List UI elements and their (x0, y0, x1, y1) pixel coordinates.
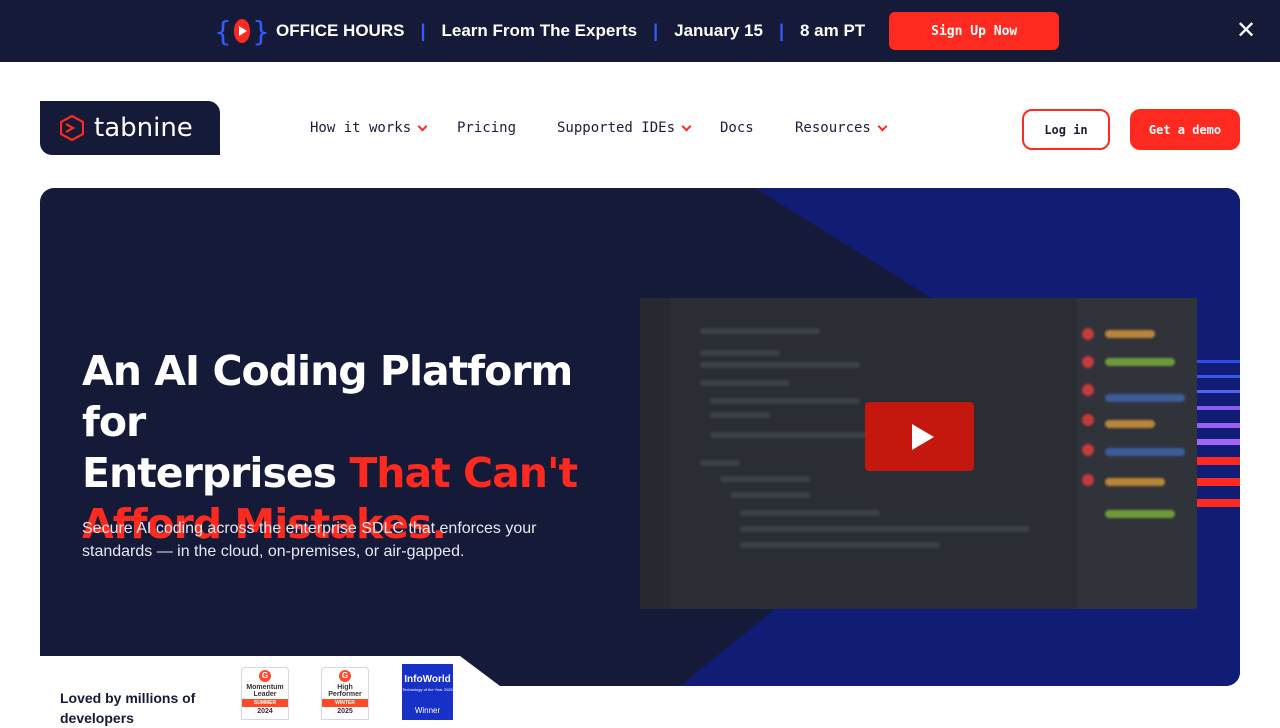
banner-date: January 15 (674, 21, 763, 40)
infoworld-badge: InfoWorld Technology of the Year 2025 Wi… (402, 664, 453, 720)
code-line (700, 460, 740, 466)
status-bar (1105, 510, 1175, 518)
status-dot (1082, 356, 1094, 368)
office-hours-logo-icon: {} (214, 14, 270, 48)
hero-subtitle: Secure AI coding across the enterprise S… (82, 520, 537, 560)
banner-content: {} OFFICE HOURS | Learn From The Experts… (214, 12, 1060, 50)
nav-resources[interactable]: Resources (795, 120, 888, 136)
code-line (730, 492, 810, 498)
tabnine-hexagon-icon (60, 115, 84, 141)
editor-gutter (640, 298, 670, 609)
play-icon[interactable] (865, 402, 974, 471)
banner-time: 8 am PT (800, 21, 866, 40)
sign-up-button[interactable]: Sign Up Now (889, 12, 1060, 50)
g2-icon: G (259, 670, 271, 682)
code-line (720, 476, 810, 482)
tabnine-logo[interactable]: tabnine (40, 101, 220, 155)
status-dot (1082, 414, 1094, 426)
status-bar (1105, 420, 1155, 428)
g2-badge-momentum: G Momentum Leader SUMMER 2024 (241, 667, 289, 720)
hero-title-accent: That Can't (349, 449, 578, 497)
status-bar (1105, 394, 1185, 402)
nav-docs[interactable]: Docs (720, 120, 754, 136)
infoworld-sub: Technology of the Year 2025 (402, 687, 453, 692)
nav-label: Pricing (457, 120, 517, 136)
nav-label: Supported IDEs (557, 120, 676, 136)
hero-title-line1: An AI Coding Platform for (82, 347, 573, 446)
banner-separator: | (420, 20, 426, 41)
hero-section: An AI Coding Platform for Enterprises Th… (40, 188, 1240, 686)
nav-label: How it works (310, 120, 412, 136)
badge-ribbon: SUMMER (242, 699, 288, 707)
hero-title-line2: Enterprises (82, 449, 350, 497)
close-icon[interactable]: ✕ (1234, 18, 1258, 42)
code-line (700, 328, 820, 334)
nav-how-it-works[interactable]: How it works (310, 120, 428, 136)
chevron-down-icon (877, 121, 888, 131)
code-line (700, 362, 860, 368)
nav-label: Docs (720, 120, 754, 136)
announcement-banner: {} OFFICE HOURS | Learn From The Experts… (0, 0, 1280, 62)
code-line (740, 526, 1030, 532)
banner-event: OFFICE HOURS (276, 21, 405, 40)
video-player[interactable] (640, 298, 1197, 609)
logo-text: tabnine (94, 113, 193, 143)
status-bar (1105, 448, 1185, 456)
status-bar (1105, 478, 1165, 486)
infoworld-label: Winner (414, 706, 441, 715)
chevron-down-icon (417, 121, 428, 131)
infoworld-title: InfoWorld (404, 674, 451, 685)
code-line (740, 510, 880, 516)
status-dot (1082, 328, 1094, 340)
nav-supported-ides[interactable]: Supported IDEs (557, 120, 692, 136)
loved-by-text: Loved by millions of developers (60, 690, 196, 726)
g2-icon: G (339, 670, 351, 682)
chevron-down-icon (681, 121, 692, 131)
code-line (710, 412, 770, 418)
nav-label: Resources (795, 120, 871, 136)
status-dot (1082, 474, 1094, 486)
badge-year: 2025 (337, 708, 353, 715)
nav-pricing[interactable]: Pricing (457, 120, 516, 136)
code-line (710, 398, 860, 404)
badge-ribbon: WINTER (322, 699, 368, 707)
get-demo-button[interactable]: Get a demo (1130, 109, 1240, 150)
status-dot (1082, 384, 1094, 396)
code-line (700, 350, 780, 356)
banner-tagline: Learn From The Experts (441, 21, 638, 40)
status-bar (1105, 358, 1175, 366)
badge-year: 2024 (257, 708, 273, 715)
badge-title: Momentum Leader (246, 684, 284, 698)
status-bar (1105, 330, 1155, 338)
badge-title: High Performer (328, 684, 362, 698)
g2-badge-high-performer: G High Performer WINTER 2025 (321, 667, 369, 720)
status-dot (1082, 444, 1094, 456)
code-line (740, 542, 940, 548)
banner-separator: | (778, 20, 784, 41)
login-button[interactable]: Log in (1022, 109, 1110, 150)
code-line (700, 380, 790, 386)
banner-separator: | (653, 20, 659, 41)
